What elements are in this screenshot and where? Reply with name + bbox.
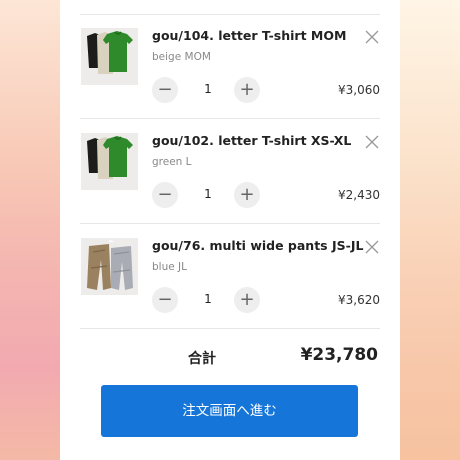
product-variant: blue JL [152,261,187,273]
product-title[interactable]: gou/76. multi wide pants JS-JL [152,238,363,253]
product-thumbnail[interactable] [81,28,138,85]
checkout-button[interactable]: 注文画面へ進む [101,385,358,437]
product-title[interactable]: gou/104. letter T-shirt MOM [152,28,346,43]
quantity-decrease-button[interactable]: − [152,77,178,103]
quantity-increase-button[interactable]: + [234,77,260,103]
close-icon[interactable] [364,239,380,255]
close-icon[interactable] [364,29,380,45]
product-variant: beige MOM [152,51,211,63]
product-thumbnail[interactable] [81,238,138,295]
quantity-increase-button[interactable]: + [234,182,260,208]
cart-item: gou/104. letter T-shirt MOM beige MOM − … [80,14,380,119]
quantity-increase-button[interactable]: + [234,287,260,313]
item-price: ¥3,620 [338,293,380,307]
quantity-decrease-button[interactable]: − [152,182,178,208]
product-title[interactable]: gou/102. letter T-shirt XS-XL [152,133,351,148]
background-right [400,0,460,460]
quantity-decrease-button[interactable]: − [152,287,178,313]
total-value: ¥23,780 [300,345,378,365]
total-label: 合計 [188,351,216,367]
quantity-value: 1 [204,292,212,306]
item-price: ¥3,060 [338,83,380,97]
quantity-value: 1 [204,82,212,96]
divider [80,328,380,329]
quantity-value: 1 [204,187,212,201]
background-left [0,0,60,460]
item-price: ¥2,430 [338,188,380,202]
product-thumbnail[interactable] [81,133,138,190]
cart-item: gou/102. letter T-shirt XS-XL green L − … [80,119,380,224]
close-icon[interactable] [364,134,380,150]
cart-item: gou/76. multi wide pants JS-JL blue JL −… [80,224,380,329]
product-variant: green L [152,156,192,168]
cart-panel: gou/104. letter T-shirt MOM beige MOM − … [60,0,400,460]
